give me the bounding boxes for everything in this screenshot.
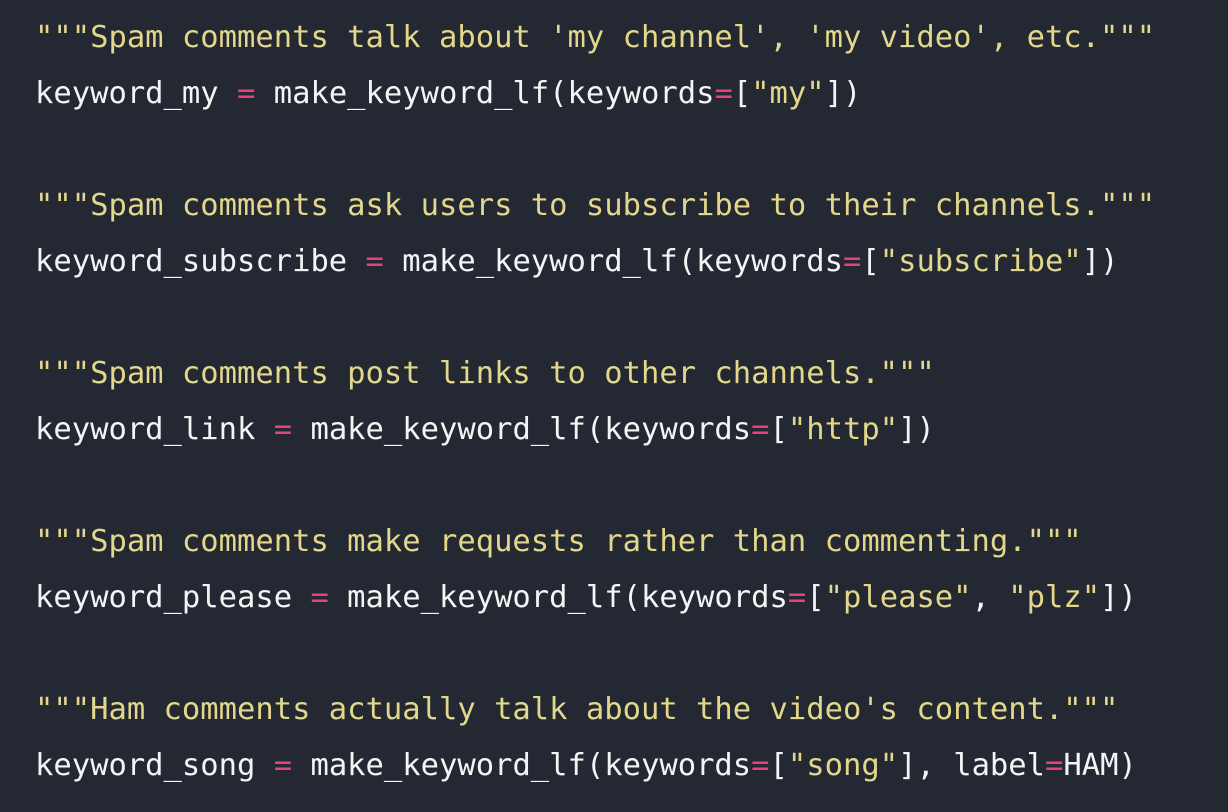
call-close: ) — [916, 412, 935, 447]
code-line: keyword_link = make_keyword_lf(keywords=… — [35, 406, 1228, 462]
label-keyword: label — [953, 748, 1046, 783]
list-open: [ — [769, 412, 788, 447]
list-close: ] — [1100, 580, 1119, 615]
keyword-arg-operator: = — [751, 412, 770, 447]
keyword-arg-operator: = — [787, 580, 807, 615]
variable-name: keyword_song — [35, 748, 256, 783]
list-open: [ — [732, 76, 752, 111]
code-block: """Spam comments talk about 'my channel'… — [0, 0, 1228, 812]
list-close: ] — [898, 412, 917, 447]
string-literal: "my" — [751, 76, 825, 111]
list-open: [ — [769, 748, 788, 783]
list-close: ] — [898, 748, 917, 783]
label-value: HAM — [1063, 748, 1119, 783]
docstring: """Spam comments talk about 'my channel'… — [35, 20, 1156, 55]
list-separator: , — [971, 580, 1009, 615]
string-literal: "please" — [824, 580, 972, 615]
string-literal: "song" — [787, 748, 899, 783]
docstring-line: """Spam comments post links to other cha… — [35, 350, 1228, 406]
docstring: """Spam comments make requests rather th… — [35, 524, 1082, 559]
assign-operator: = — [255, 412, 311, 447]
docstring-line: """Spam comments make requests rather th… — [35, 518, 1228, 574]
docstring-line: """Spam comments talk about 'my channel'… — [35, 14, 1228, 70]
keyword-arg-operator: = — [751, 748, 770, 783]
assign-operator: = — [255, 748, 311, 783]
call-close: ) — [1118, 748, 1137, 783]
code-line: keyword_please = make_keyword_lf(keyword… — [35, 574, 1228, 630]
assign-operator: = — [218, 76, 274, 111]
keyword-arg-operator: = — [842, 244, 862, 279]
code-line: keyword_subscribe = make_keyword_lf(keyw… — [35, 238, 1228, 294]
list-close: ] — [1081, 244, 1101, 279]
variable-name: keyword_please — [35, 580, 293, 615]
string-literal: "http" — [787, 412, 899, 447]
assign-operator: = — [292, 580, 348, 615]
call-close: ) — [1100, 244, 1119, 279]
docstring-line: """Spam comments ask users to subscribe … — [35, 182, 1228, 238]
docstring: """Spam comments post links to other cha… — [35, 356, 935, 391]
code-line: keyword_my = make_keyword_lf(keywords=["… — [35, 70, 1228, 126]
argument-separator: , — [916, 748, 954, 783]
assign-operator: = — [347, 244, 403, 279]
string-literal: "plz" — [1008, 580, 1101, 615]
function-call: make_keyword_lf(keywords — [310, 748, 752, 783]
function-call: make_keyword_lf(keywords — [310, 412, 752, 447]
list-close: ] — [824, 76, 844, 111]
docstring: """Spam comments ask users to subscribe … — [35, 188, 1156, 223]
code-line: keyword_song = make_keyword_lf(keywords=… — [35, 742, 1228, 798]
call-close: ) — [1118, 580, 1137, 615]
call-close: ) — [843, 76, 862, 111]
string-literal: "subscribe" — [879, 244, 1082, 279]
function-call: make_keyword_lf(keywords — [347, 580, 788, 615]
list-open: [ — [861, 244, 880, 279]
function-call: make_keyword_lf(keywords — [402, 244, 843, 279]
function-call: make_keyword_lf(keywords — [273, 76, 715, 111]
keyword-arg-operator: = — [714, 76, 733, 111]
keyword-arg-operator: = — [1045, 748, 1064, 783]
docstring-line: """Ham comments actually talk about the … — [35, 686, 1228, 742]
docstring: """Ham comments actually talk about the … — [35, 692, 1119, 727]
variable-name: keyword_subscribe — [35, 244, 348, 279]
variable-name: keyword_my — [35, 76, 219, 111]
variable-name: keyword_link — [35, 412, 256, 447]
list-open: [ — [806, 580, 825, 615]
